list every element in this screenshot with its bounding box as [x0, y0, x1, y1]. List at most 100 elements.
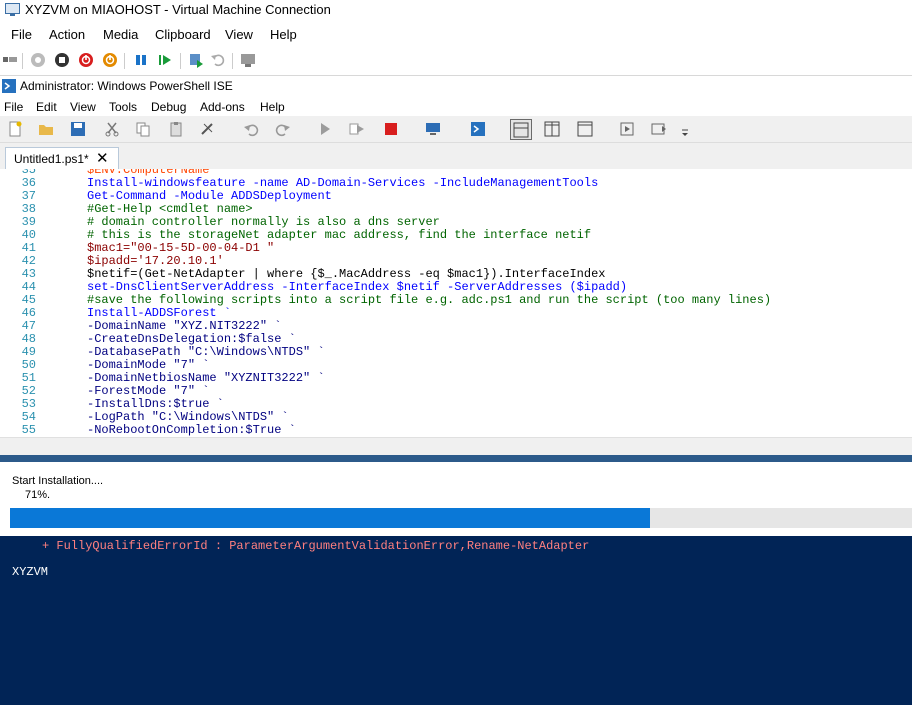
clear-console-icon[interactable] — [198, 120, 216, 138]
line-number: 47 — [21, 319, 36, 333]
vm-menu-media[interactable]: Media — [103, 27, 138, 42]
console-output-line: XYZVM — [12, 565, 49, 579]
script-editor[interactable]: 35 $ENV:ComputerName 36 Install-windowsf… — [0, 169, 912, 437]
ise-menu-debug[interactable]: Debug — [151, 100, 186, 114]
toolbar-separator — [22, 53, 23, 69]
pause-icon[interactable] — [133, 52, 149, 68]
layout-script-max-icon[interactable] — [576, 120, 594, 138]
line-number: 42 — [21, 254, 36, 268]
ctrl-alt-del-icon[interactable] — [2, 52, 18, 68]
remote-powershell-icon[interactable] — [424, 120, 442, 138]
show-script-pane-icon[interactable] — [618, 120, 636, 138]
toolbar-separator — [232, 53, 233, 69]
ise-menu-view[interactable]: View — [70, 100, 96, 114]
tab-untitled1[interactable]: Untitled1.ps1* ✕ — [5, 147, 119, 170]
toolbar-separator — [124, 53, 125, 69]
code-line: -DomainName "XYZ.NIT3222" ` — [87, 319, 282, 333]
vm-window-title: XYZVM on MIAOHOST - Virtual Machine Conn… — [25, 2, 331, 17]
script-tab-strip: Untitled1.ps1* ✕ — [0, 143, 912, 170]
vm-menu-view[interactable]: View — [225, 27, 253, 42]
code-line: -DomainMode "7" ` — [87, 358, 210, 372]
editor-horizontal-scrollbar[interactable] — [0, 437, 912, 455]
open-folder-icon[interactable] — [37, 120, 55, 138]
save-state-icon[interactable] — [102, 52, 118, 68]
line-number: 43 — [21, 267, 36, 281]
copy-icon[interactable] — [134, 120, 152, 138]
line-number: 51 — [21, 371, 36, 385]
code-line: -ForestMode "7" ` — [87, 384, 210, 398]
stop-operation-icon[interactable] — [382, 120, 400, 138]
vm-menu-file[interactable]: File — [11, 27, 32, 42]
ise-menu-edit[interactable]: Edit — [36, 100, 57, 114]
run-script-icon[interactable] — [316, 120, 334, 138]
pane-splitter[interactable] — [0, 455, 912, 462]
layout-script-top-icon[interactable] — [510, 119, 532, 140]
line-number: 54 — [21, 410, 36, 424]
code-line: # domain controller normally is also a d… — [87, 215, 440, 229]
layout-script-right-icon[interactable] — [543, 120, 561, 138]
tab-label: Untitled1.ps1* — [14, 152, 89, 166]
ise-menu-tools[interactable]: Tools — [109, 100, 137, 114]
line-number: 37 — [21, 189, 36, 203]
ise-menu-addons[interactable]: Add-ons — [200, 100, 245, 114]
line-number: 48 — [21, 332, 36, 346]
start-powershell-icon[interactable] — [469, 120, 487, 138]
show-command-addon-icon[interactable] — [650, 120, 668, 138]
code-line: -DatabasePath "C:\Windows\NTDS" ` — [87, 345, 325, 359]
code-line: -LogPath "C:\Windows\NTDS" ` — [87, 410, 289, 424]
toolbar-separator — [180, 53, 181, 69]
cut-icon[interactable] — [103, 120, 121, 138]
line-number: 53 — [21, 397, 36, 411]
line-number: 44 — [21, 280, 36, 294]
code-line: -CreateDnsDelegation:$false ` — [87, 332, 296, 346]
vm-menu-action[interactable]: Action — [49, 27, 85, 42]
start-icon[interactable] — [30, 52, 46, 68]
undo-icon[interactable] — [242, 120, 260, 138]
progress-activity-text: Start Installation.... — [12, 475, 104, 487]
vm-menu-clipboard[interactable]: Clipboard — [155, 27, 211, 42]
line-number: 49 — [21, 345, 36, 359]
code-line: set-DnsClientServerAddress -InterfaceInd… — [87, 280, 628, 294]
code-line: Get-Command -Module ADDSDeployment — [87, 189, 332, 203]
code-line: -DomainNetbiosName "XYZNIT3222" ` — [87, 371, 325, 385]
paste-icon[interactable] — [167, 120, 185, 138]
code-line: Install-ADDSForest ` — [87, 306, 232, 320]
code-line: #Get-Help <cmdlet name> — [87, 202, 253, 216]
code-line: -InstallDns:$true ` — [87, 397, 224, 411]
revert-icon[interactable] — [210, 52, 226, 68]
line-number: 41 — [21, 241, 36, 255]
checkpoint-icon[interactable] — [188, 52, 204, 68]
line-number: 55 — [21, 423, 36, 437]
powershell-ise-icon — [2, 79, 16, 93]
ise-title-bar: Administrator: Windows PowerShell ISE — [0, 76, 912, 96]
shutdown-icon[interactable] — [78, 52, 94, 68]
resume-icon[interactable] — [157, 52, 173, 68]
turn-off-icon[interactable] — [54, 52, 70, 68]
vm-title-bar: XYZVM on MIAOHOST - Virtual Machine Conn… — [0, 0, 912, 21]
close-tab-icon[interactable]: ✕ — [96, 149, 109, 167]
line-number: 39 — [21, 215, 36, 229]
save-icon[interactable] — [69, 120, 87, 138]
console-pane[interactable]: + FullyQualifiedErrorId : ParameterArgum… — [0, 536, 912, 705]
ise-menu-file[interactable]: File — [4, 100, 23, 114]
progress-percent-text: 71%. — [25, 489, 51, 501]
progress-bar — [10, 508, 912, 528]
ise-menu-help[interactable]: Help — [260, 100, 285, 114]
line-number: 38 — [21, 202, 36, 216]
ise-window-title: Administrator: Windows PowerShell ISE — [20, 79, 233, 93]
redo-icon[interactable] — [274, 120, 292, 138]
ise-menubar: File Edit View Tools Debug Add-ons Help — [0, 97, 912, 116]
line-number: 50 — [21, 358, 36, 372]
code-line: #save the following scripts into a scrip… — [87, 293, 772, 307]
enhanced-session-icon[interactable] — [240, 52, 256, 68]
progress-bar-fill — [10, 508, 650, 528]
run-selection-icon[interactable] — [348, 120, 366, 138]
new-file-icon[interactable] — [6, 120, 24, 138]
line-number: 46 — [21, 306, 36, 320]
console-error-line: + FullyQualifiedErrorId : ParameterArgum… — [42, 539, 590, 553]
line-number: 40 — [21, 228, 36, 242]
code-line: $ipadd='17.20.10.1' — [87, 254, 224, 268]
vm-menu-help[interactable]: Help — [270, 27, 297, 42]
toolbar-overflow-icon[interactable] — [676, 124, 694, 142]
code-line: # this is the storageNet adapter mac add… — [87, 228, 592, 242]
